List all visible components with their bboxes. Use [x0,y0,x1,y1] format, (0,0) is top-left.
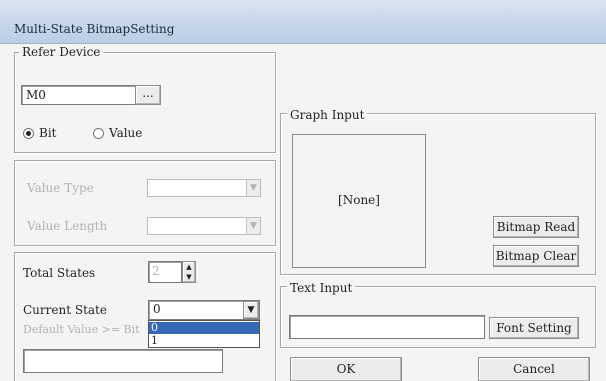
ok-label: OK [336,362,356,376]
cancel-label: Cancel [513,362,555,376]
graph-input-group: Graph Input [None] Bitmap Read Bitmap Cl… [280,108,596,275]
device-input[interactable]: M0 [21,85,136,105]
value-settings-group: Value Type ▼ Value Length ▼ [14,160,276,246]
ok-button[interactable]: OK [290,357,402,381]
device-browse-button[interactable]: ... [135,85,161,105]
total-states-spinner[interactable]: ▲ ▼ [182,261,196,283]
default-value-label: Default Value >= Bit [23,323,140,336]
default-value-input[interactable] [23,349,223,373]
chevron-down-icon: ▼ [246,218,260,234]
current-state-label: Current State [23,303,107,317]
bitmap-read-button[interactable]: Bitmap Read [493,216,579,238]
chevron-down-icon: ▼ [246,180,260,196]
text-input-group: Text Input Font Setting [280,281,596,348]
value-type-select[interactable]: ▼ [147,179,261,197]
bitmap-preview: [None] [292,134,426,268]
window-title: Multi-State BitmapSetting [14,22,175,36]
current-state-select[interactable]: 0 ▼ [148,300,260,320]
browse-label: ... [142,86,154,100]
value-length-select[interactable]: ▼ [147,217,261,235]
states-group: Total States 2 ▲ ▼ Current State 0 ▼ 0 1… [14,252,276,381]
bitmap-read-label: Bitmap Read [496,220,576,234]
bitmap-clear-button[interactable]: Bitmap Clear [493,245,579,267]
cancel-button[interactable]: Cancel [478,357,590,381]
value-type-label: Value Type [27,181,94,195]
bit-radio[interactable] [23,128,34,139]
spin-up-icon[interactable]: ▲ [183,262,195,272]
refer-device-legend: Refer Device [19,45,104,59]
dropdown-option[interactable]: 1 [149,335,255,347]
total-states-value: 2 [152,264,160,278]
chevron-down-icon[interactable]: ▼ [243,301,259,319]
refer-device-group: Refer Device M0 ... Bit Value [14,45,276,153]
value-radio[interactable] [93,128,104,139]
device-input-value: M0 [26,88,46,102]
text-input-legend: Text Input [287,281,356,295]
font-setting-label: Font Setting [496,321,572,335]
spin-down-icon[interactable]: ▼ [183,272,195,282]
current-state-dropdown: 0 1 [148,320,260,348]
total-states-label: Total States [23,266,96,280]
bitmap-clear-label: Bitmap Clear [495,249,577,263]
value-radio-label: Value [109,126,143,140]
title-bar: Multi-State BitmapSetting [0,0,606,44]
bit-radio-label: Bit [39,126,57,140]
total-states-input[interactable]: 2 [148,261,182,283]
preview-text: [None] [338,193,380,207]
dropdown-option[interactable]: 0 [149,322,259,334]
font-setting-button[interactable]: Font Setting [489,317,579,339]
current-state-value: 0 [153,302,161,316]
value-length-label: Value Length [27,219,108,233]
graph-input-legend: Graph Input [287,108,368,122]
text-input-field[interactable] [289,315,485,339]
